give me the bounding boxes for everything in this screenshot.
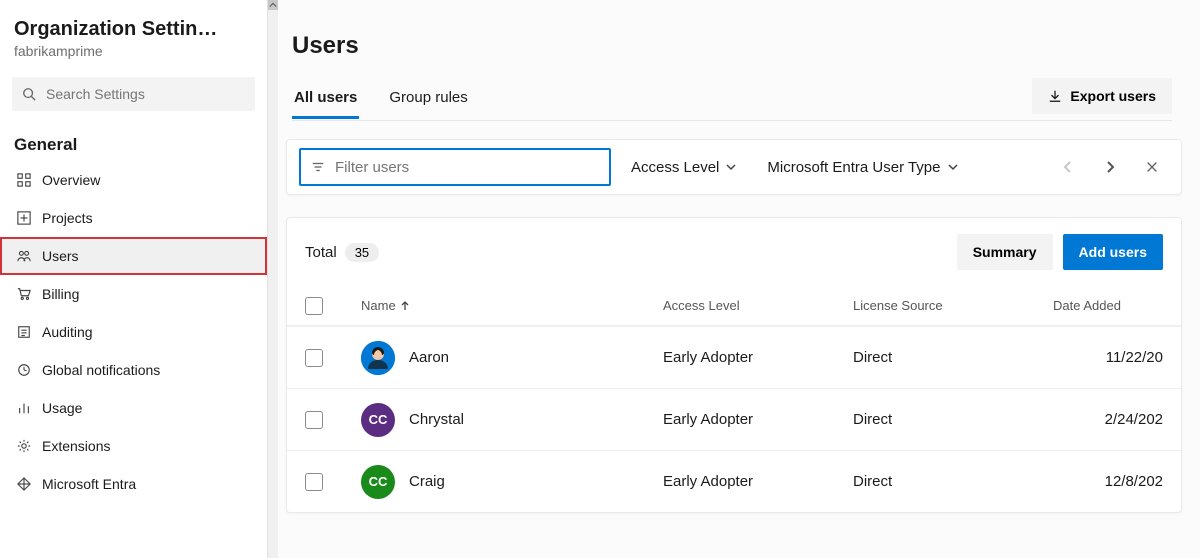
user-name: Craig [409, 473, 445, 490]
plus-square-icon [16, 210, 32, 226]
sidebar-item-global-notifications[interactable]: Global notifications [0, 351, 267, 389]
row-checkbox[interactable] [305, 473, 323, 491]
export-users-button[interactable]: Export users [1032, 78, 1172, 114]
sidebar-item-extensions[interactable]: Extensions [0, 427, 267, 465]
table-row[interactable]: CC Craig Early AdopterDirect12/8/202 [287, 450, 1181, 512]
sidebar-item-label: Billing [42, 286, 79, 302]
table-header: Name Access Level License Source Date Ad… [287, 286, 1181, 326]
filter-input[interactable] [299, 148, 611, 186]
sidebar-item-label: Usage [42, 400, 82, 416]
export-label: Export users [1070, 88, 1156, 104]
users-icon [16, 248, 32, 264]
access-level-filter[interactable]: Access Level [621, 149, 747, 185]
sidebar-item-label: Microsoft Entra [42, 476, 136, 492]
access-level-cell: Early Adopter [663, 473, 853, 490]
list-icon [16, 324, 32, 340]
tab-all-users[interactable]: All users [292, 81, 359, 118]
avatar: CC [361, 465, 395, 499]
sidebar-item-label: Global notifications [42, 362, 160, 378]
chevron-down-icon [725, 161, 737, 173]
prev-page-button[interactable] [1051, 150, 1085, 184]
avatar [361, 341, 395, 375]
entra-type-filter[interactable]: Microsoft Entra User Type [757, 149, 968, 185]
cart-icon [16, 286, 32, 302]
filter-bar: Access Level Microsoft Entra User Type [286, 139, 1182, 195]
sidebar-item-label: Users [42, 248, 79, 264]
main-content: Users All users Group rules Export users [268, 0, 1200, 558]
sidebar-item-usage[interactable]: Usage [0, 389, 267, 427]
sidebar-item-label: Extensions [42, 438, 110, 454]
filter-icon [311, 160, 325, 174]
license-source-cell: Direct [853, 473, 1053, 490]
sidebar-title: Organization Settin… [14, 18, 253, 41]
next-page-button[interactable] [1093, 150, 1127, 184]
sidebar-search-input[interactable] [44, 85, 245, 103]
col-date-header[interactable]: Date Added [1053, 298, 1163, 313]
gear-icon [16, 438, 32, 454]
sidebar: Organization Settin… fabrikamprime Gener… [0, 0, 268, 558]
col-access-header[interactable]: Access Level [663, 298, 853, 313]
row-checkbox[interactable] [305, 411, 323, 429]
col-license-header[interactable]: License Source [853, 298, 1053, 313]
clock-icon [16, 362, 32, 378]
sidebar-item-overview[interactable]: Overview [0, 161, 267, 199]
page-title: Users [292, 32, 1172, 60]
summary-button[interactable]: Summary [957, 234, 1053, 270]
table-row[interactable]: CC Chrystal Early AdopterDirect2/24/202 [287, 388, 1181, 450]
tab-group-rules[interactable]: Group rules [387, 81, 469, 118]
access-level-label: Access Level [631, 159, 719, 176]
total-count-badge: 35 [345, 243, 379, 262]
date-added-cell: 2/24/202 [1053, 411, 1163, 428]
close-filter-button[interactable] [1135, 150, 1169, 184]
sidebar-item-label: Overview [42, 172, 100, 188]
date-added-cell: 11/22/20 [1053, 349, 1163, 366]
license-source-cell: Direct [853, 349, 1053, 366]
access-level-cell: Early Adopter [663, 411, 853, 428]
add-users-button[interactable]: Add users [1063, 234, 1163, 270]
license-source-cell: Direct [853, 411, 1053, 428]
select-all-checkbox[interactable] [305, 297, 323, 315]
date-added-cell: 12/8/202 [1053, 473, 1163, 490]
sidebar-item-users[interactable]: Users [0, 237, 267, 275]
sidebar-scrollbar[interactable] [268, 0, 278, 558]
user-name: Chrystal [409, 411, 464, 428]
scroll-up-icon[interactable] [268, 0, 278, 10]
sidebar-item-label: Auditing [42, 324, 93, 340]
total-label: Total [305, 244, 337, 261]
search-icon [22, 87, 36, 101]
users-table-card: Total 35 Summary Add users Name Access L… [286, 217, 1182, 513]
download-icon [1048, 89, 1062, 103]
sidebar-section-general: General [0, 115, 267, 161]
sidebar-item-entra[interactable]: Microsoft Entra [0, 465, 267, 503]
sidebar-item-label: Projects [42, 210, 93, 226]
avatar: CC [361, 403, 395, 437]
diamond-icon [16, 476, 32, 492]
col-name-header[interactable]: Name [361, 298, 663, 313]
entra-type-label: Microsoft Entra User Type [767, 159, 940, 176]
sort-asc-icon [400, 301, 410, 311]
access-level-cell: Early Adopter [663, 349, 853, 366]
sidebar-search[interactable] [12, 77, 255, 111]
user-name: Aaron [409, 349, 449, 366]
sidebar-item-projects[interactable]: Projects [0, 199, 267, 237]
grid-icon [16, 172, 32, 188]
chart-icon [16, 400, 32, 416]
table-row[interactable]: Aaron Early AdopterDirect11/22/20 [287, 326, 1181, 388]
chevron-down-icon [947, 161, 959, 173]
sidebar-subtitle: fabrikamprime [14, 43, 253, 59]
row-checkbox[interactable] [305, 349, 323, 367]
sidebar-item-billing[interactable]: Billing [0, 275, 267, 313]
filter-input-field[interactable] [333, 158, 599, 177]
sidebar-item-auditing[interactable]: Auditing [0, 313, 267, 351]
